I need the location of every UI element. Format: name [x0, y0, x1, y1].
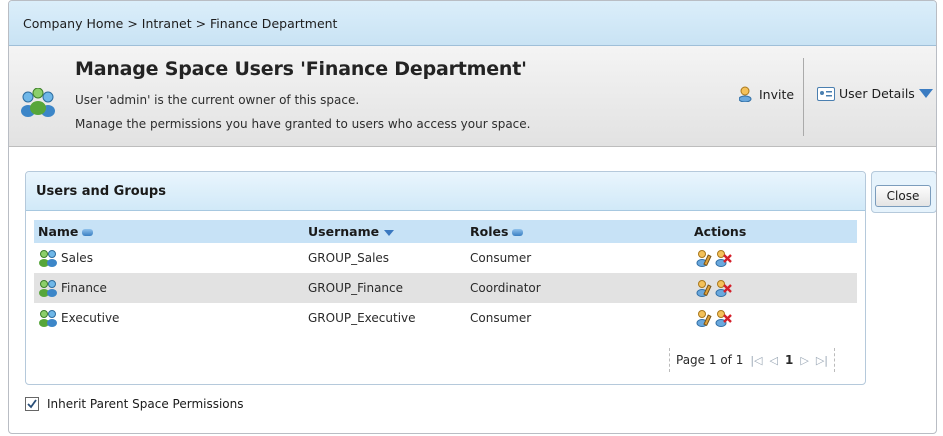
breadcrumb[interactable]: Company Home > Intranet > Finance Depart…: [23, 16, 337, 31]
group-icon: [39, 310, 57, 327]
pagination: Page 1 of 1 |◁ ◁ 1 ▷ ▷|: [669, 348, 835, 372]
chevron-down-icon: [918, 89, 933, 98]
column-name-label: Name: [38, 224, 79, 239]
owner-text: User 'admin' is the current owner of thi…: [75, 93, 360, 107]
column-actions-label: Actions: [694, 224, 747, 239]
users-groups-panel: Users and Groups Name Username Roles Act…: [25, 171, 866, 385]
breadcrumb-bar: Company Home > Intranet > Finance Depart…: [9, 1, 936, 46]
table-row: Finance GROUP_Finance Coordinator: [34, 273, 857, 303]
column-name[interactable]: Name: [34, 220, 308, 243]
username-cell: GROUP_Executive: [308, 311, 416, 325]
role-cell: Consumer: [470, 311, 532, 325]
first-page-icon[interactable]: |◁: [750, 354, 762, 367]
panel-header: Users and Groups: [26, 172, 865, 211]
sort-icon[interactable]: [82, 229, 94, 236]
user-details-menu[interactable]: User Details: [817, 86, 933, 101]
role-cell: Consumer: [470, 251, 532, 265]
app-frame: Company Home > Intranet > Finance Depart…: [8, 0, 937, 434]
inherit-checkbox[interactable]: [25, 397, 39, 411]
group-name: Finance: [61, 281, 107, 295]
panel-title: Users and Groups: [36, 183, 166, 199]
users-group-icon: [21, 88, 55, 117]
remove-user-icon[interactable]: [714, 309, 732, 327]
close-button[interactable]: Close: [875, 185, 931, 207]
checkmark-icon: [27, 399, 37, 409]
invite-icon: [739, 86, 752, 102]
invite-label: Invite: [759, 86, 795, 102]
group-icon: [39, 250, 57, 267]
prev-page-icon[interactable]: ◁: [770, 354, 778, 367]
page-title: Manage Space Users 'Finance Department': [75, 58, 527, 80]
invite-button[interactable]: Invite: [739, 86, 794, 102]
username-cell: GROUP_Finance: [308, 273, 470, 303]
group-name: Sales: [61, 251, 93, 265]
user-details-label: User Details: [839, 86, 915, 101]
edit-user-icon[interactable]: [694, 309, 712, 327]
column-username-label: Username: [308, 224, 380, 239]
role-cell: Coordinator: [470, 273, 694, 303]
edit-user-icon[interactable]: [694, 249, 712, 267]
column-actions: Actions: [694, 220, 857, 243]
column-username[interactable]: Username: [308, 220, 470, 243]
header-divider: [803, 58, 804, 136]
column-roles-label: Roles: [470, 224, 509, 239]
group-icon: [39, 280, 57, 297]
remove-user-icon[interactable]: [714, 249, 732, 267]
table-header-row: Name Username Roles Actions: [34, 220, 857, 243]
current-page[interactable]: 1: [785, 353, 793, 367]
description-text: Manage the permissions you have granted …: [75, 117, 531, 131]
next-page-icon[interactable]: ▷: [800, 354, 808, 367]
inherit-label: Inherit Parent Space Permissions: [47, 397, 244, 411]
page-header: Manage Space Users 'Finance Department' …: [9, 46, 936, 147]
edit-user-icon[interactable]: [694, 279, 712, 297]
sort-icon[interactable]: [512, 229, 524, 236]
id-card-icon: [817, 86, 835, 101]
remove-user-icon[interactable]: [714, 279, 732, 297]
table-row: Sales GROUP_Sales Consumer: [34, 243, 857, 273]
username-cell: GROUP_Sales: [308, 251, 390, 265]
page-label: Page 1 of 1: [676, 353, 744, 367]
group-name: Executive: [61, 311, 120, 325]
sort-descending-icon[interactable]: [384, 229, 395, 236]
last-page-icon[interactable]: ▷|: [816, 354, 828, 367]
table-row: Executive GROUP_Executive Consumer: [34, 303, 857, 333]
column-roles[interactable]: Roles: [470, 220, 694, 243]
inherit-permissions[interactable]: Inherit Parent Space Permissions: [25, 397, 244, 411]
users-table: Name Username Roles Actions Sales GROUP_…: [34, 220, 857, 333]
